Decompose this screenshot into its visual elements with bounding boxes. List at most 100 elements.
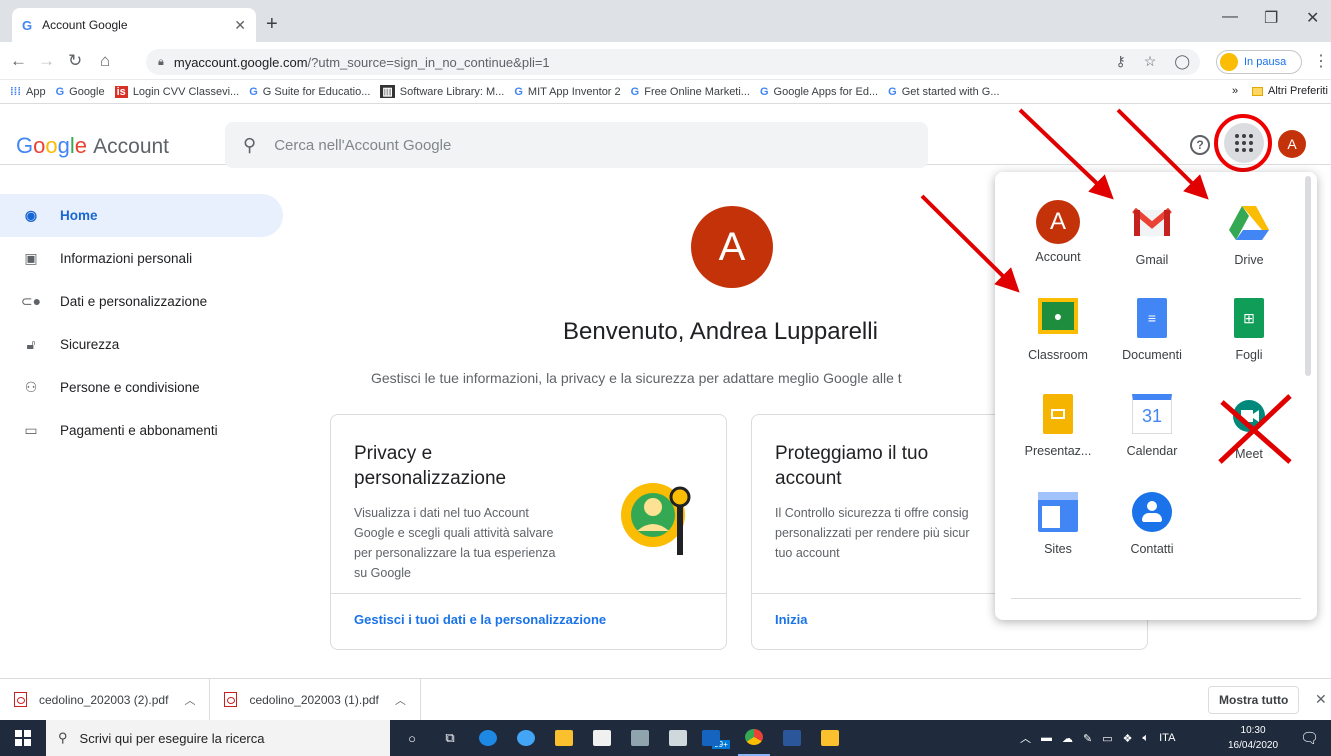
key-icon[interactable]: ⚷ [1116,53,1126,70]
bookmark-app[interactable]: ⁞⁞⁞ App [10,86,46,98]
app-calendar[interactable]: 31 Calendar [1107,386,1197,476]
nav-people-sharing[interactable]: ⚇ Persone e condivisione [0,366,290,409]
bookmark-software-library[interactable]: ▥ Software Library: M... [380,85,504,98]
back-arrow-icon[interactable]: ← [10,51,27,71]
monitor-icon[interactable] [662,720,694,756]
download-filename: cedolino_202003 (1).pdf [249,692,379,707]
bookmark-get-started[interactable]: G Get started with G... [888,86,999,98]
address-bar[interactable]: 🔒︎ myaccount.google.com/?utm_source=sign… [146,49,1200,75]
nav-payments[interactable]: ▭ Pagamenti e abbonamenti [0,409,290,452]
classroom-icon: ● [1036,298,1080,342]
header-avatar[interactable]: A [1278,130,1306,158]
nav-data-personalization[interactable]: ⊂● Dati e personalizzazione [0,280,290,323]
google-icon: G [55,85,65,98]
new-tab-button[interactable]: + [266,13,278,36]
taskbar-search[interactable]: ⚲ Scrivi qui per eseguire la ricerca [46,720,390,756]
taskbar-clock[interactable]: 10:30 16/04/2020 [1228,723,1278,753]
dropbox-icon[interactable]: ❖ [1123,732,1133,745]
bookmark-google[interactable]: G Google [56,86,105,98]
close-window-icon[interactable]: ✕ [1306,8,1319,28]
app-slides[interactable]: Presentaz... [1013,386,1103,476]
menu-kebab-icon[interactable]: ⋮ [1313,51,1329,71]
slides-icon [1036,394,1080,438]
minimize-icon[interactable]: — [1222,8,1238,26]
browser-tab[interactable]: G Account Google ✕ [12,8,256,42]
notification-icon[interactable]: 🗨︎ [1300,729,1319,747]
url-host: myaccount.google.com [173,54,308,70]
restore-icon[interactable]: ❐ [1264,8,1278,28]
panel-scrollbar[interactable] [1305,176,1311,376]
bookmark-apps-edu[interactable]: G Google Apps for Ed... [760,86,878,98]
nav-security[interactable]: 🔓︎ Sicurezza [0,323,290,366]
pen-icon[interactable]: ✎ [1083,732,1092,745]
app-docs[interactable]: ≡ Documenti [1107,290,1197,380]
app-account[interactable]: A Account [1013,192,1103,282]
browser-toolbar: ← → ↻ ⌂ 🔒︎ myaccount.google.com/?utm_sou… [0,42,1331,80]
mail-icon[interactable]: 99+ [700,720,732,756]
search-icon: ⚲ [243,134,257,155]
download-item[interactable]: cedolino_202003 (2).pdf ︿ [0,678,211,721]
display-icon[interactable]: ▭ [1102,732,1112,745]
bookmark-gsuite[interactable]: G G Suite for Educatio... [249,86,370,98]
download-item[interactable]: cedolino_202003 (1).pdf ︿ [210,678,421,721]
chevron-up-icon[interactable]: ︿ [1020,730,1031,746]
chrome-icon[interactable] [738,720,770,756]
folder-icon [1252,86,1263,96]
file-explorer-icon[interactable] [548,720,580,756]
profile-button[interactable]: In pausa [1216,50,1302,74]
google-icon: G [630,85,640,98]
app-contacts[interactable]: Contatti [1107,484,1197,574]
forward-arrow-icon[interactable]: → [38,51,55,71]
globe-icon[interactable] [510,720,542,756]
close-downloads-icon[interactable]: ✕ [1315,691,1327,708]
google-account-logo[interactable]: Google Account [16,133,169,159]
reload-icon[interactable]: ↻ [68,51,82,71]
other-bookmarks[interactable]: Altri Preferiti [1252,85,1328,97]
network-icon[interactable]: ▬ [1041,732,1052,744]
app-drive[interactable]: Drive [1204,192,1294,282]
store-icon[interactable] [586,720,618,756]
show-all-button[interactable]: Mostra tutto [1208,686,1300,714]
app-classroom[interactable]: ● Classroom [1013,290,1103,380]
app-meet[interactable]: Meet [1204,386,1294,476]
manage-data-link[interactable]: Gestisci i tuoi dati e la personalizzazi… [354,612,606,627]
docs-icon: ≡ [1130,298,1174,342]
nav-personal-info[interactable]: ▣ Informazioni personali [0,237,290,280]
cortana-icon[interactable]: ○ [396,720,428,756]
edge-icon[interactable] [472,720,504,756]
volume-icon[interactable]: 🔈︎ [1143,732,1150,745]
home-button-icon[interactable]: ⌂ [100,51,110,71]
extension-icon[interactable]: ◯ [1174,53,1190,70]
bookmarks-overflow[interactable]: » [1232,85,1238,97]
nav-home[interactable]: ◉ Home [0,194,283,237]
close-tab-icon[interactable]: ✕ [234,17,246,34]
bookmark-mit[interactable]: G MIT App Inventor 2 [514,86,620,98]
app-sites[interactable]: Sites [1013,484,1103,574]
star-icon[interactable]: ☆ [1144,53,1157,70]
chevron-up-icon[interactable]: ︿ [184,692,195,708]
app-gmail[interactable]: Gmail [1107,192,1197,282]
privacy-card[interactable]: Privacy e personalizzazione Visualizza i… [330,414,727,650]
app-label: Documenti [1122,348,1182,362]
help-icon[interactable]: ? [1190,135,1210,155]
start-button[interactable] [0,720,46,756]
bookmarks-bar: ⁞⁞⁞ App G Google is Login CVV Classevi..… [0,80,1331,104]
meet-icon [1233,400,1265,432]
word-icon[interactable] [776,720,808,756]
chevron-up-icon[interactable]: ︿ [395,692,406,708]
sticky-notes-icon[interactable] [814,720,846,756]
profile-avatar[interactable]: A [691,206,773,288]
start-link[interactable]: Inizia [775,612,808,627]
account-search-input[interactable]: ⚲ Cerca nell'Account Google [225,122,928,168]
google-favicon-icon: G [22,17,33,33]
language-indicator[interactable]: ITA [1159,732,1175,744]
task-view-icon[interactable]: ⧉ [434,720,466,756]
bookmark-marketing[interactable]: G Free Online Marketi... [631,86,750,98]
card-body-line: Visualizza i dati nel tuo Account [354,506,529,520]
paint-icon[interactable] [624,720,656,756]
app-label: Meet [1235,447,1263,461]
app-sheets[interactable]: ⊞ Fogli [1204,290,1294,380]
onedrive-icon[interactable]: ☁ [1062,732,1073,745]
bookmark-cvv[interactable]: is Login CVV Classevi... [114,85,239,98]
account-wordmark: Account [93,135,170,158]
